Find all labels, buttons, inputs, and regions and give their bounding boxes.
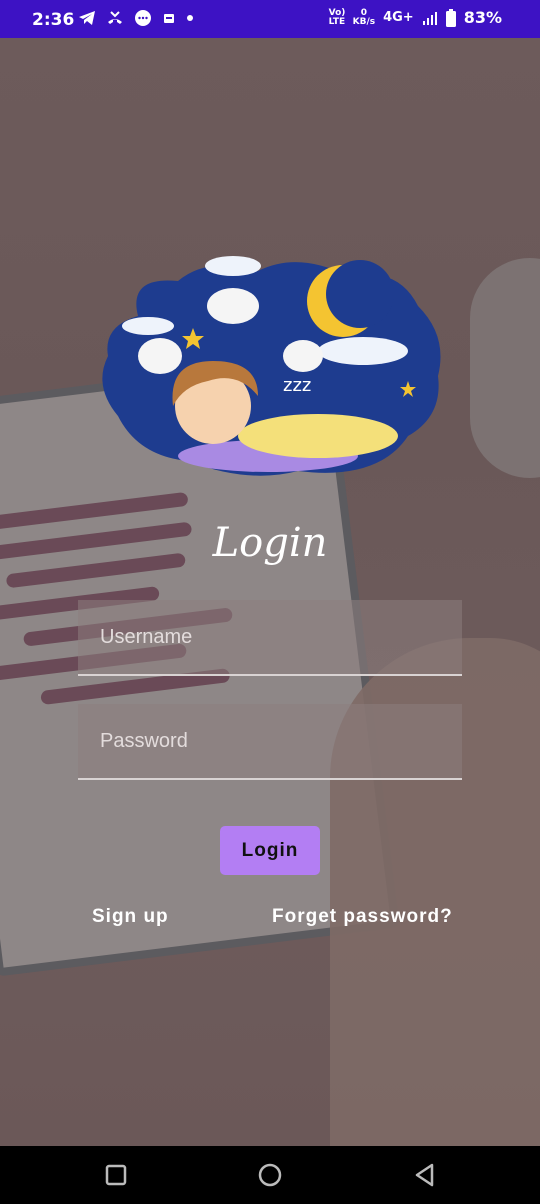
back-icon[interactable]: [412, 1162, 438, 1188]
recent-apps-icon[interactable]: [103, 1162, 129, 1188]
username-field[interactable]: [78, 600, 462, 676]
password-input[interactable]: [78, 704, 462, 778]
login-title: Login: [212, 520, 328, 566]
status-time: 2:36: [32, 10, 75, 30]
message-icon: [135, 10, 151, 26]
username-input[interactable]: [78, 600, 462, 674]
signal-icon: [422, 11, 437, 25]
dot-icon: [187, 15, 193, 21]
sleeping-child-logo: zzz: [102, 256, 441, 476]
sign-up-link[interactable]: Sign up: [92, 906, 169, 928]
volte-label: Vo) LTE: [328, 7, 346, 27]
login-button[interactable]: Login: [220, 826, 320, 875]
navigation-bar: [0, 1146, 540, 1204]
bottle-shape: [470, 258, 540, 478]
notification-icon: [164, 14, 174, 23]
svg-text:zzz: zzz: [283, 375, 311, 396]
network-type: 4G+: [383, 10, 414, 25]
password-field[interactable]: [78, 704, 462, 780]
background-image: [0, 38, 540, 1146]
forget-password-link[interactable]: Forget password?: [272, 906, 453, 928]
missed-call-icon: [108, 11, 122, 24]
home-icon[interactable]: [257, 1162, 283, 1188]
status-right: Vo) LTE 0 KB/s 4G+ 83%: [329, 8, 502, 27]
status-bar: 2:36 Vo) LTE 0 KB/s 4G+ 83%: [0, 0, 540, 38]
status-left-icons: [78, 9, 194, 27]
battery-icon: [445, 8, 456, 27]
data-speed: 0 KB/s: [352, 8, 376, 27]
data-speed-unit: KB/s: [352, 16, 376, 27]
battery-percent: 83%: [463, 8, 502, 27]
telegram-icon: [79, 11, 95, 25]
